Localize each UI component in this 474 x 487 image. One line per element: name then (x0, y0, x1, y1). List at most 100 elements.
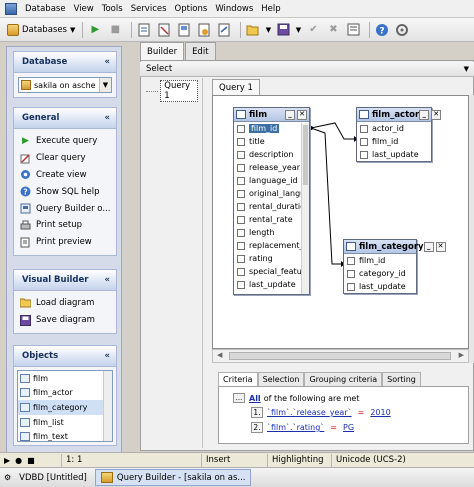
field-row[interactable]: last_update (234, 278, 309, 291)
criteria-row-number[interactable]: 1. (251, 407, 263, 418)
minimize-icon[interactable]: _ (285, 109, 295, 120)
field-row[interactable]: special_feature (234, 265, 309, 278)
field-checkbox[interactable] (360, 150, 368, 159)
chevron-down-icon[interactable]: ▼ (464, 65, 469, 73)
close-icon[interactable]: ✕ (297, 109, 307, 120)
collapse-icon[interactable]: « (105, 113, 111, 123)
close-icon[interactable]: ✕ (431, 109, 442, 120)
tools-icon[interactable] (394, 22, 410, 38)
field-checkbox[interactable] (237, 124, 245, 133)
tab-builder[interactable]: Builder (140, 42, 185, 60)
gear-icon[interactable]: ⚙ (4, 473, 11, 482)
tab-sorting[interactable]: Sorting (382, 372, 421, 386)
task-query-builder[interactable]: Query Builder - [sakila on as... (94, 469, 252, 486)
visual-builder-group-header[interactable]: Visual Builder « (13, 269, 117, 290)
field-row[interactable]: length (234, 226, 309, 239)
scrollbar-thumb[interactable] (229, 352, 451, 360)
criteria-menu-button[interactable]: ... (233, 393, 245, 403)
field-checkbox[interactable] (237, 215, 245, 224)
show-sql-help-item[interactable]: ? Show SQL help (14, 183, 116, 200)
field-row[interactable]: last_update (344, 280, 416, 293)
field-row[interactable]: actor_id (357, 122, 431, 135)
field-row[interactable]: film_id (234, 122, 309, 135)
field-row[interactable]: title (234, 135, 309, 148)
print-preview-item[interactable]: Print preview (14, 234, 116, 251)
save-diagram-item[interactable]: Save diagram (14, 312, 116, 329)
chevron-down-icon[interactable]: ▼ (265, 22, 271, 38)
table-film-header[interactable]: film _ ✕ (234, 108, 309, 122)
databases-button[interactable]: Databases ▼ (4, 21, 78, 39)
edit-query-icon[interactable] (156, 22, 172, 38)
criteria-field-link[interactable]: `film`.`rating` (267, 423, 324, 432)
objects-group-header[interactable]: Objects « (13, 345, 117, 366)
tab-query-1[interactable]: Query 1 (212, 79, 260, 95)
load-diagram-item[interactable]: Load diagram (14, 295, 116, 312)
select-bar[interactable]: Select ▼ (140, 62, 474, 77)
chevron-down-icon[interactable]: ▼ (99, 78, 111, 92)
criteria-operator[interactable]: = (358, 408, 365, 417)
cancel-icon[interactable]: ✖ (325, 22, 341, 38)
criteria-value-link[interactable]: 2010 (370, 408, 390, 417)
collapse-icon[interactable]: « (105, 275, 111, 285)
sql-icon[interactable] (196, 22, 212, 38)
table-scrollbar[interactable] (301, 123, 309, 294)
stop-icon[interactable]: ■ (107, 22, 123, 38)
table-film[interactable]: film _ ✕ film_id title description releas… (233, 107, 310, 295)
field-checkbox[interactable] (347, 269, 355, 278)
field-checkbox[interactable] (237, 280, 245, 289)
field-row[interactable]: rental_duration (234, 200, 309, 213)
criteria-field-link[interactable]: `film`.`release_year` (267, 408, 352, 417)
clear-query-item[interactable]: Clear query (14, 150, 116, 167)
field-row[interactable]: release_year (234, 161, 309, 174)
field-row[interactable]: original_languag (234, 187, 309, 200)
field-row[interactable]: category_id (344, 267, 416, 280)
scrollbar-thumb[interactable] (303, 125, 308, 185)
print-setup-item[interactable]: Print setup (14, 217, 116, 234)
field-row[interactable]: rental_rate (234, 213, 309, 226)
run-icon[interactable]: ▶ (87, 22, 103, 38)
properties-icon[interactable] (345, 22, 361, 38)
database-group-header[interactable]: Database « (13, 51, 117, 72)
collapse-icon[interactable]: « (105, 57, 111, 67)
field-row[interactable]: last_update (357, 148, 431, 161)
query-builder-options-item[interactable]: Query Builder o... (14, 200, 116, 217)
menu-windows[interactable]: Windows (211, 4, 257, 14)
tab-criteria[interactable]: Criteria (218, 372, 258, 386)
diagram-canvas[interactable]: film _ ✕ film_id title description releas… (212, 95, 469, 349)
field-checkbox[interactable] (360, 124, 368, 133)
field-row[interactable]: film_id (344, 254, 416, 267)
object-item[interactable]: film_list (18, 415, 112, 430)
field-checkbox[interactable] (237, 228, 245, 237)
criteria-condition-link[interactable]: All (249, 394, 261, 403)
help-icon[interactable]: ? (374, 22, 390, 38)
collapse-icon[interactable]: « (105, 351, 111, 361)
scroll-right-icon[interactable]: ▶ (459, 351, 464, 359)
query-tree-node[interactable]: Query 1 (146, 80, 198, 102)
field-row[interactable]: rating (234, 252, 309, 265)
table-film-actor-header[interactable]: film_actor _ ✕ (357, 108, 442, 122)
field-row[interactable]: description (234, 148, 309, 161)
scroll-left-icon[interactable]: ◀ (217, 351, 222, 359)
panel-splitter[interactable] (202, 78, 206, 448)
field-checkbox[interactable] (237, 150, 245, 159)
object-item[interactable]: film (18, 371, 112, 386)
check-icon[interactable]: ✔ (305, 22, 321, 38)
field-row[interactable]: language_id (234, 174, 309, 187)
field-checkbox[interactable] (347, 256, 355, 265)
tab-grouping-criteria[interactable]: Grouping criteria (304, 372, 383, 386)
stop-icon[interactable]: ■ (27, 456, 35, 465)
object-item[interactable]: film_text (18, 429, 112, 441)
tab-edit[interactable]: Edit (185, 42, 216, 60)
menu-database[interactable]: Database (21, 4, 70, 14)
close-icon[interactable]: ✕ (435, 241, 446, 252)
canvas-horizontal-scrollbar[interactable]: ◀ ▶ (212, 349, 469, 363)
field-checkbox[interactable] (360, 137, 368, 146)
new-query-icon[interactable] (136, 22, 152, 38)
task-vdbd[interactable]: VDBD [Untitled] (13, 469, 93, 486)
menu-view[interactable]: View (70, 4, 98, 14)
field-checkbox[interactable] (237, 202, 245, 211)
database-select[interactable]: sakila on asche ▼ (18, 77, 112, 93)
field-row[interactable]: film_id (357, 135, 431, 148)
field-checkbox[interactable] (237, 189, 245, 198)
criteria-row-number[interactable]: 2. (251, 422, 263, 433)
